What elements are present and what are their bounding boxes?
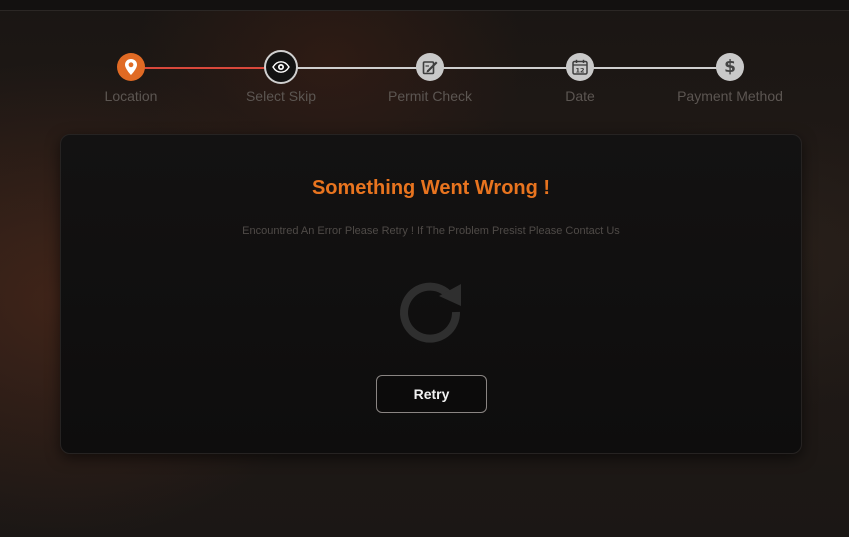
step-date-circle: 12 <box>566 53 594 81</box>
step-select-skip-circle <box>264 50 298 84</box>
dollar-icon: $ <box>724 56 736 77</box>
top-bar <box>0 0 849 11</box>
step-permit-check[interactable]: Permit Check <box>355 48 505 104</box>
calendar-icon: 12 <box>571 58 589 76</box>
refresh-icon <box>395 272 469 346</box>
step-permit-check-circle <box>416 53 444 81</box>
edit-document-icon <box>421 58 439 76</box>
step-location[interactable]: Location <box>56 48 206 104</box>
step-permit-check-label: Permit Check <box>387 88 473 104</box>
error-title: Something Went Wrong ! <box>311 177 551 199</box>
step-select-skip[interactable]: Select Skip <box>206 48 356 104</box>
error-message: Encountred An Error Please Retry ! If Th… <box>242 225 620 237</box>
step-payment-method-circle: $ <box>716 53 744 81</box>
step-location-label: Location <box>104 88 158 104</box>
eye-icon <box>272 61 290 73</box>
step-date[interactable]: 12 Date <box>505 48 655 104</box>
step-select-skip-label: Select Skip <box>245 88 317 104</box>
progress-stepper: Location Select Skip Permit Check 12 Dat… <box>0 48 849 112</box>
error-card: Something Went Wrong ! Encountred An Err… <box>60 134 802 454</box>
calendar-day-text: 12 <box>575 66 584 74</box>
location-pin-icon <box>123 58 139 76</box>
step-date-label: Date <box>565 88 595 104</box>
retry-button[interactable]: Retry <box>376 375 487 413</box>
step-payment-method-label: Payment Method <box>677 88 783 104</box>
step-payment-method[interactable]: $ Payment Method <box>655 48 805 104</box>
step-location-circle <box>117 53 145 81</box>
